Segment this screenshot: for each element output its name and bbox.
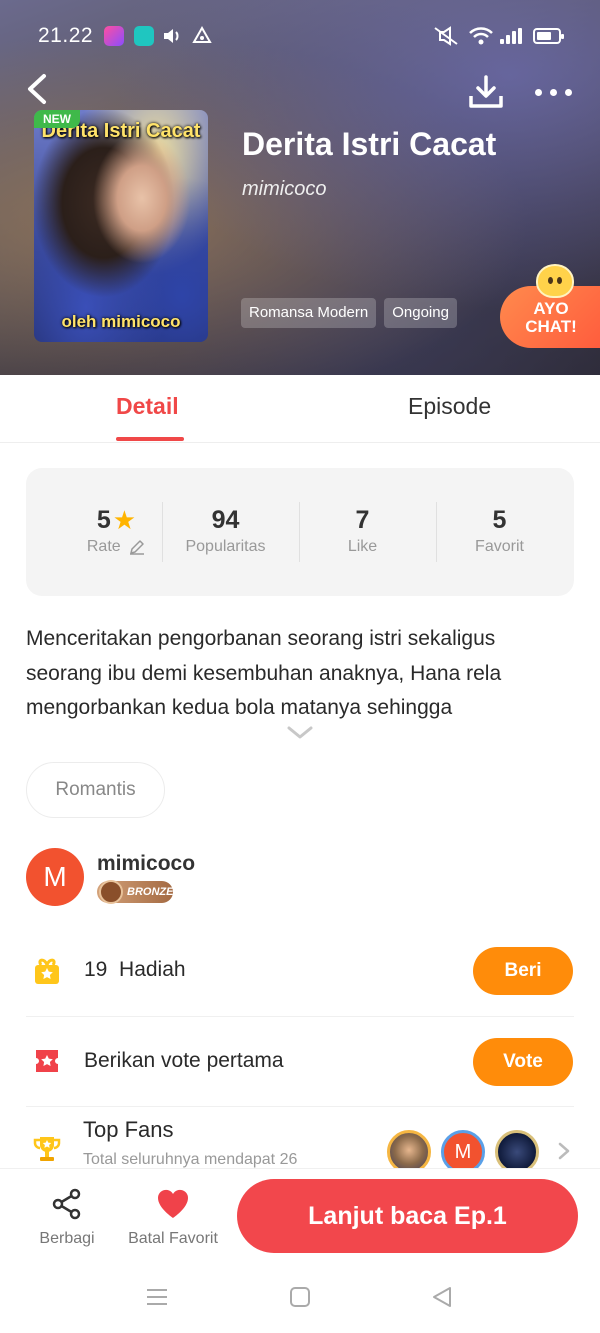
stat-popularity: 94 Popularitas — [157, 504, 294, 556]
volume-icon — [164, 29, 179, 43]
share-button[interactable]: Berbagi — [17, 1187, 117, 1248]
vote-ticket-icon — [36, 1050, 58, 1072]
heart-icon — [157, 1189, 189, 1218]
stat-favorite: 5 Favorit — [431, 504, 568, 556]
tab-episode[interactable]: Episode — [408, 393, 491, 420]
back-button[interactable] — [22, 70, 56, 108]
popularity-label: Popularitas — [185, 538, 266, 555]
book-cover[interactable]: Derita Istri Cacat oleh mimicoco — [34, 110, 208, 342]
unfavorite-button[interactable]: Batal Favorit — [123, 1187, 223, 1248]
app-notification-icon — [104, 26, 124, 46]
tab-bar: Detail Episode — [0, 375, 600, 443]
top-fans-title: Top Fans — [83, 1117, 174, 1142]
divider — [26, 1016, 574, 1017]
pencil-icon — [130, 540, 145, 555]
signal-icon — [500, 28, 524, 44]
genre-tag[interactable]: Romansa Modern — [241, 298, 377, 328]
give-gift-button[interactable]: Beri — [473, 947, 573, 995]
genre-chip[interactable]: Romantis — [26, 762, 165, 818]
menu-icon[interactable] — [146, 1287, 168, 1307]
author-name[interactable]: mimicoco — [97, 852, 195, 876]
ayo-chat-line2: CHAT! — [525, 317, 577, 336]
wifi-icon — [469, 27, 493, 45]
more-options-button[interactable] — [530, 78, 576, 106]
unfavorite-label: Batal Favorit — [128, 1230, 218, 1247]
share-label: Berbagi — [39, 1230, 95, 1247]
stat-like: 7 Like — [294, 504, 431, 556]
back-triangle-icon[interactable] — [430, 1285, 454, 1309]
trophy-icon — [33, 1137, 61, 1161]
book-title: Derita Istri Cacat — [242, 126, 497, 162]
share-icon — [52, 1188, 81, 1220]
popularity-value: 94 — [211, 506, 240, 534]
expand-chevron-icon[interactable] — [286, 724, 314, 742]
genre-tags: Romansa Modern Ongoing — [241, 298, 457, 328]
like-label: Like — [347, 538, 378, 555]
rate-value: 5 — [96, 506, 111, 534]
drive-icon — [192, 25, 212, 43]
star-icon: ★ — [112, 505, 137, 535]
gift-row-text: 19 Hadiah — [84, 958, 186, 982]
bottom-action-bar: Berbagi Batal Favorit Lanjut baca Ep.1 — [0, 1168, 600, 1263]
continue-reading-button[interactable]: Lanjut baca Ep.1 — [237, 1179, 578, 1253]
system-nav-bar — [0, 1263, 600, 1333]
vote-button[interactable]: Vote — [473, 1038, 573, 1086]
top-fans-subtitle: Total seluruhnya mendapat 26 — [83, 1151, 298, 1168]
like-value: 7 — [355, 506, 370, 534]
battery-icon — [533, 28, 564, 44]
tab-detail[interactable]: Detail — [116, 393, 179, 420]
divider — [26, 1106, 574, 1107]
smiley-mascot-icon — [536, 264, 574, 298]
home-square-icon[interactable] — [289, 1286, 311, 1308]
gift-icon — [35, 958, 59, 984]
stats-card: 5★ Rate 94 Popularitas 7 Like 5 Favorit — [26, 468, 574, 596]
ayo-chat-line1: AYO — [533, 299, 569, 318]
book-header: 21.22 Derita Istri Cacat oleh mimicoco N… — [0, 0, 600, 375]
gift-label: Hadiah — [119, 958, 186, 981]
medal-icon — [99, 880, 123, 904]
app-notification-icon — [134, 26, 154, 46]
chevron-right-icon[interactable] — [556, 1141, 572, 1161]
download-button[interactable] — [466, 72, 506, 112]
rate-label: Rate — [86, 538, 121, 556]
favorite-label: Favorit — [475, 538, 524, 555]
active-tab-indicator — [116, 437, 184, 441]
author-avatar[interactable]: M — [26, 848, 84, 906]
favorite-value: 5 — [492, 506, 507, 534]
new-badge: NEW — [34, 110, 80, 128]
gift-count: 19 — [84, 958, 108, 981]
mute-icon — [434, 26, 458, 46]
status-bar: 21.22 — [0, 0, 600, 72]
vote-row-text: Berikan vote pertama — [84, 1049, 284, 1072]
status-tag: Ongoing — [384, 298, 457, 328]
cover-author: oleh mimicoco — [61, 312, 181, 331]
book-author[interactable]: mimicoco — [242, 178, 326, 201]
synopsis-text: Menceritakan pengorbanan seorang istri s… — [26, 627, 502, 719]
status-time: 21.22 — [38, 24, 94, 47]
